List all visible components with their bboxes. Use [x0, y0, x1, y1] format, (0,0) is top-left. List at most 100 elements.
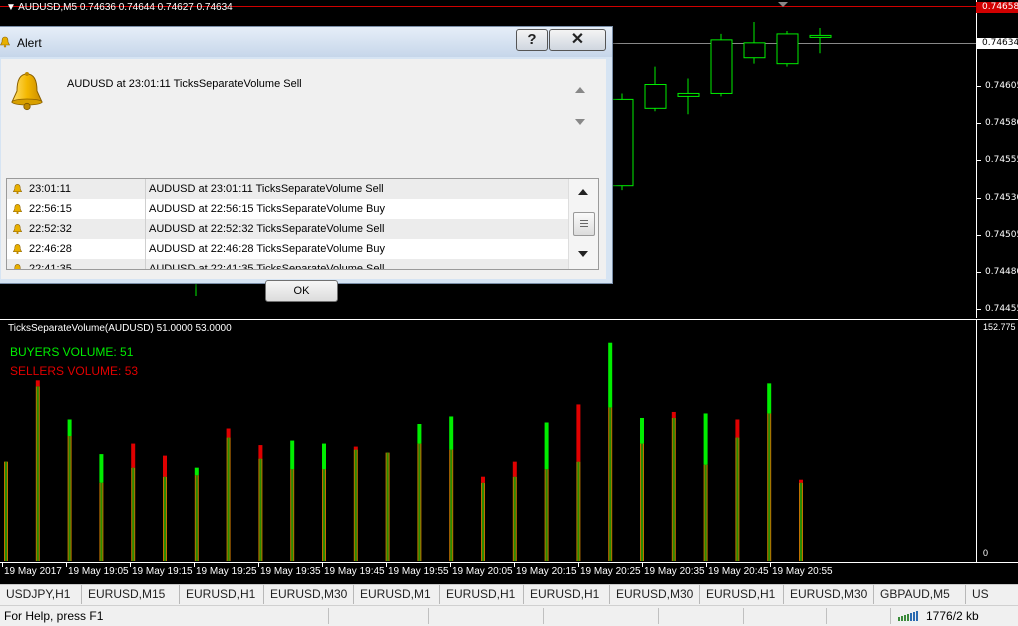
bell-icon — [12, 204, 23, 215]
status-divider — [743, 608, 744, 624]
volume-bar-sell — [163, 455, 167, 477]
column-divider — [145, 259, 146, 269]
status-divider — [328, 608, 329, 624]
volume-bar-core — [513, 476, 516, 561]
volume-bar-core — [800, 482, 802, 561]
list-item[interactable]: 23:01:11 AUDUSD at 23:01:11 TicksSeparate… — [7, 179, 568, 199]
status-divider — [826, 608, 827, 624]
chart-tab[interactable]: EURUSD,H1 — [524, 585, 610, 604]
time-tick-mark — [770, 563, 771, 567]
scroll-up-icon[interactable] — [575, 87, 585, 93]
chart-tab[interactable]: US — [966, 585, 1018, 604]
chart-tab[interactable]: EURUSD,M1 — [354, 585, 440, 604]
alert-row-message: AUDUSD at 22:56:15 TicksSeparateVolume B… — [149, 203, 386, 215]
alert-dialog[interactable]: Alert ? ✕ AUDUSD at 23:01:11 TicksSepara… — [0, 26, 613, 302]
volume-bar-core — [227, 437, 230, 561]
alert-message-text: AUDUSD at 23:01:11 TicksSeparateVolume S… — [67, 78, 302, 90]
list-scrollbar[interactable] — [568, 179, 598, 269]
alert-row-message: AUDUSD at 22:46:28 TicksSeparateVolume B… — [149, 243, 386, 255]
price-tick-mark — [977, 309, 981, 311]
list-item[interactable]: 22:56:15 AUDUSD at 22:56:15 TicksSeparate… — [7, 199, 568, 219]
volume-bar-sell — [799, 479, 803, 483]
chart-tab[interactable]: EURUSD,M30 — [264, 585, 354, 604]
volume-bar-core — [545, 469, 548, 561]
help-button[interactable]: ? — [516, 29, 548, 51]
list-item[interactable]: 22:46:28 AUDUSD at 22:46:28 TicksSeparate… — [7, 239, 568, 259]
scroll-down-icon[interactable] — [575, 119, 585, 125]
indicator-scale-max: 152.775 — [983, 322, 1016, 332]
chart-tab[interactable]: EURUSD,H1 — [700, 585, 784, 604]
volume-bar-core — [68, 436, 71, 561]
bell-icon — [12, 224, 23, 235]
time-tick-label: 19 May 19:15 — [132, 566, 193, 577]
time-tick-mark — [2, 563, 3, 567]
volume-bar-core — [450, 449, 453, 561]
time-tick-mark — [578, 563, 579, 567]
status-bar: For Help, press F1 1776/2 kb — [0, 605, 1018, 626]
volume-bar-core — [132, 467, 135, 561]
candle-body — [644, 84, 667, 109]
close-button[interactable]: ✕ — [549, 29, 606, 51]
chart-tab[interactable]: EURUSD,M30 — [610, 585, 700, 604]
price-tick-label: 0.74455 — [985, 304, 1018, 315]
list-scroll-up-icon[interactable] — [578, 189, 588, 195]
current-price-label: 0.74634 — [976, 38, 1018, 49]
status-divider — [543, 608, 544, 624]
list-scroll-down-icon[interactable] — [578, 251, 588, 257]
volume-indicator-window[interactable]: TicksSeparateVolume(AUDUSD) 51.0000 53.0… — [0, 319, 976, 562]
price-tick-label: 0.74605 — [985, 81, 1018, 91]
bell-icon — [12, 244, 23, 255]
volume-bar-buy — [449, 416, 454, 450]
column-divider — [145, 179, 146, 199]
message-scrollbar[interactable] — [569, 73, 591, 133]
price-tick-mark — [977, 197, 981, 199]
volume-bar-sell — [353, 446, 358, 450]
time-tick-mark — [194, 563, 195, 567]
ok-button[interactable]: OK — [265, 280, 338, 302]
time-tick-mark — [642, 563, 643, 567]
alert-time: 22:52:32 — [29, 223, 72, 235]
volume-bar-buy — [640, 417, 644, 444]
time-axis[interactable]: 19 May 2017 19 May 19:05 19 May 19:15 19 Ma… — [0, 562, 1018, 585]
volume-bar-core — [577, 461, 580, 561]
chart-tab[interactable]: EURUSD,H1 — [180, 585, 264, 604]
chart-tab[interactable]: EURUSD,M30 — [784, 585, 874, 604]
bell-icon — [14, 264, 21, 269]
status-divider — [428, 608, 429, 624]
time-tick-label: 19 May 19:35 — [260, 566, 321, 577]
chart-tab[interactable]: EURUSD,H1 — [440, 585, 524, 604]
volume-bar-sell — [35, 380, 40, 387]
price-tick-label: 0.74530 — [985, 192, 1018, 203]
time-tick-label: 19 May 20:25 — [580, 566, 641, 577]
list-item[interactable]: 22:41:35 AUDUSD at 22:41:35 TicksSeparate… — [7, 259, 568, 270]
price-tick-label: 0.74505 — [985, 229, 1018, 240]
volume-bar-buy — [544, 422, 549, 470]
volume-bar-core — [291, 469, 294, 561]
chart-tab[interactable]: EURUSD,M15 — [82, 585, 180, 604]
list-item[interactable]: 22:52:32 AUDUSD at 22:52:32 TicksSeparate… — [7, 219, 568, 239]
time-tick-mark — [386, 563, 387, 567]
price-tick-mark — [977, 123, 981, 125]
alert-time: 22:56:15 — [29, 203, 72, 215]
candle-body — [710, 39, 733, 94]
indicator-scale[interactable]: 152.775 0 — [976, 319, 1018, 562]
alert-titlebar[interactable]: Alert ? ✕ — [0, 27, 612, 57]
volume-bar-buy — [608, 342, 613, 408]
bell-icon — [0, 36, 10, 48]
time-tick-label: 19 May 20:45 — [708, 566, 769, 577]
connection-bars-icon[interactable] — [898, 611, 920, 621]
list-scroll-thumb[interactable] — [573, 212, 595, 236]
time-tick-mark — [514, 563, 515, 567]
alert-history-list[interactable]: 23:01:11 AUDUSD at 23:01:11 TicksSeparate… — [6, 178, 599, 270]
time-tick-mark — [130, 563, 131, 567]
chart-tab[interactable]: USDJPY,H1 — [0, 585, 82, 604]
time-tick-mark — [258, 563, 259, 567]
alert-row-message: AUDUSD at 22:41:35 TicksSeparateVolume S… — [149, 263, 385, 270]
volume-bar-buy — [322, 443, 326, 470]
volume-bar-core — [36, 386, 39, 561]
candle-body — [677, 92, 700, 97]
time-tick-mark — [322, 563, 323, 567]
time-tick-label: 19 May 2017 — [4, 566, 62, 577]
chart-tab[interactable]: GBPAUD,M5 — [874, 585, 966, 604]
volume-bar-sell — [576, 404, 581, 462]
